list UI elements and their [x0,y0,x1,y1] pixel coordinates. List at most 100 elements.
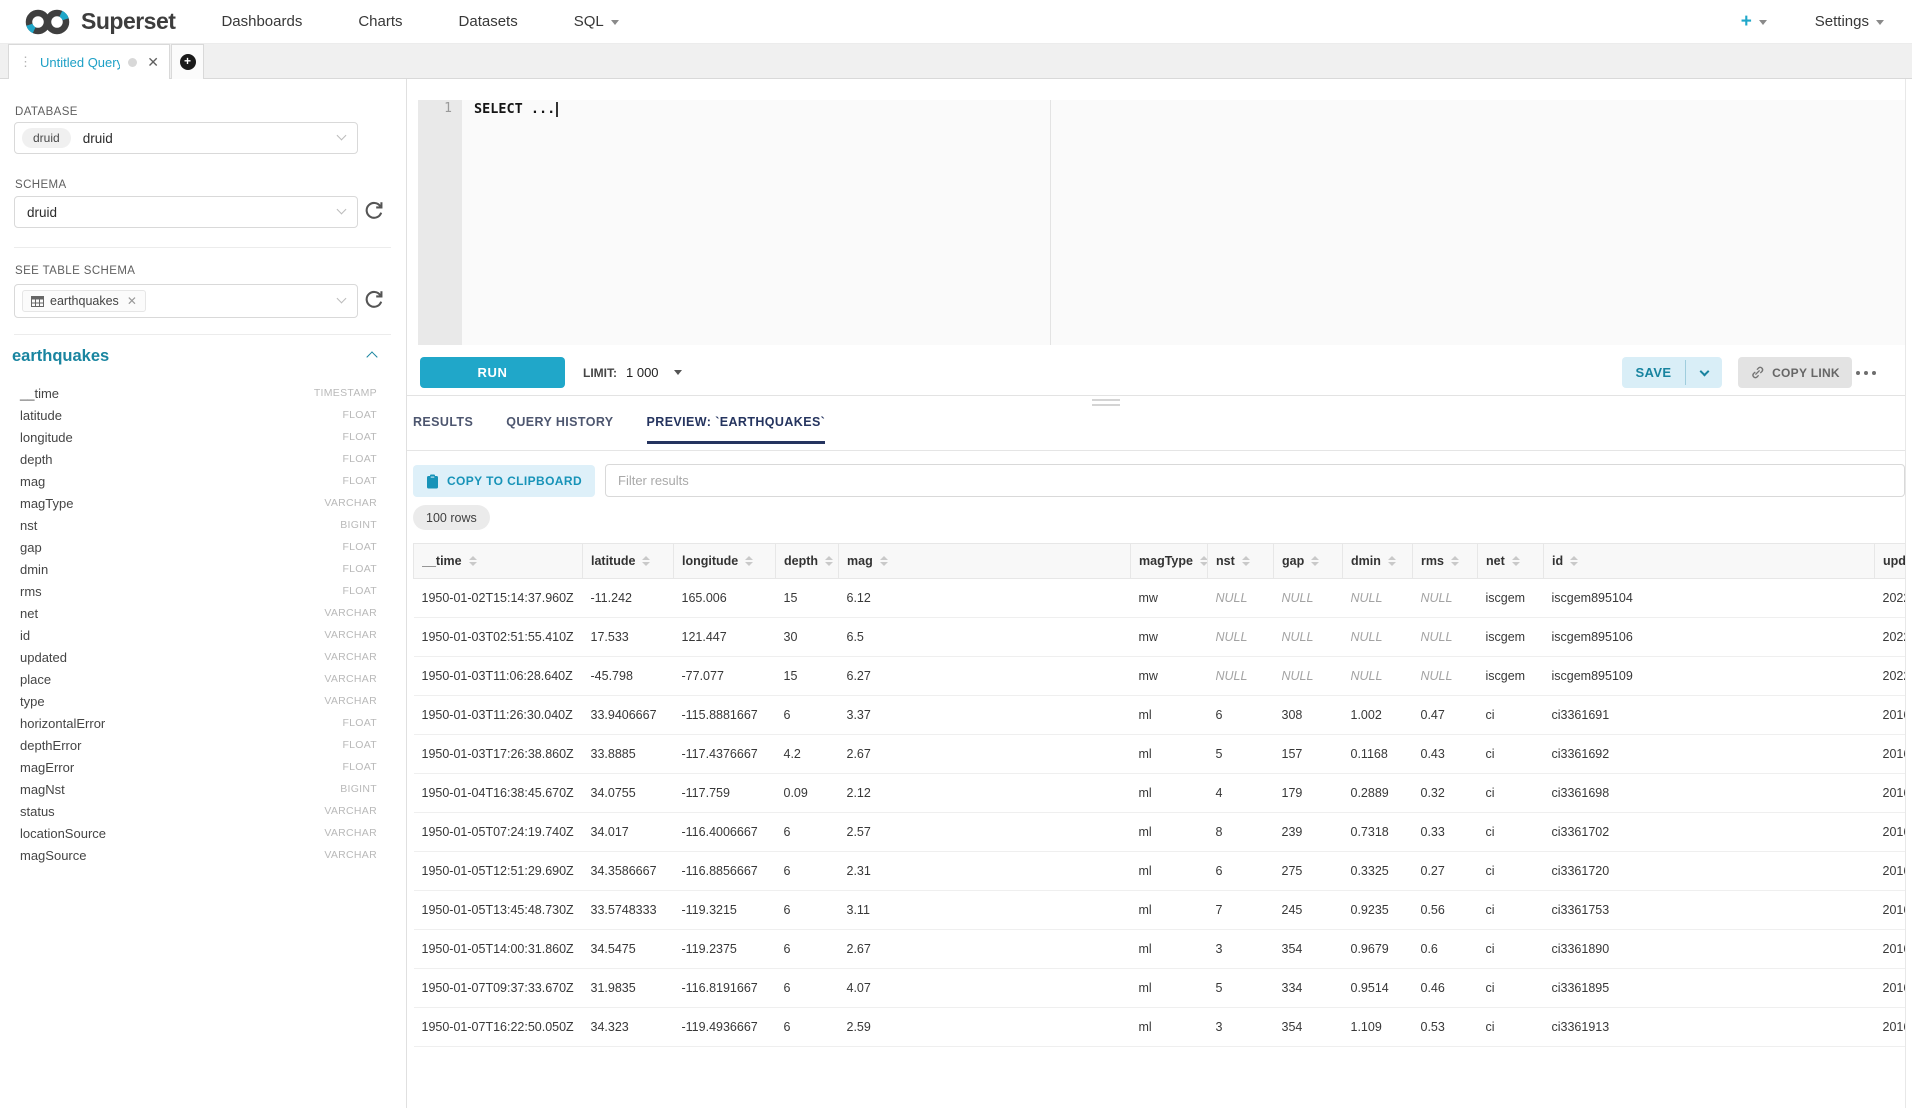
nav-right: + Settings [1741,11,1884,33]
save-button-group: SAVE [1622,357,1722,388]
table-row: 1950-01-05T12:51:29.690Z34.3586667-116.8… [414,852,1906,891]
table-cell: 0.9679 [1343,930,1413,969]
schema-column-row[interactable]: horizontalErrorFLOAT [0,712,407,734]
tab-preview[interactable]: PREVIEW: `EARTHQUAKES` [647,415,826,444]
nav-item-datasets[interactable]: Datasets [459,13,518,30]
nav-item-dashboards[interactable]: Dashboards [221,13,302,30]
editor-line-gutter: 1 [418,100,462,345]
database-type-badge: druid [22,128,71,148]
table-cell: 179 [1274,774,1343,813]
add-query-tab-button[interactable]: + [171,44,204,79]
table-cell: 6 [776,813,839,852]
table-cell: -116.8856667 [674,852,776,891]
sort-arrows-icon [1242,556,1250,566]
schema-column-row[interactable]: updatedVARCHAR [0,646,407,668]
table-cell: -119.3215 [674,891,776,930]
schema-column-row[interactable]: magNstBIGINT [0,778,407,800]
column-header-nst[interactable]: nst [1208,544,1274,579]
schema-column-row[interactable]: latitudeFLOAT [0,404,407,426]
remove-table-icon[interactable]: ✕ [127,294,137,308]
more-options-button[interactable] [1856,357,1876,388]
schema-column-row[interactable]: typeVARCHAR [0,690,407,712]
schema-column-row[interactable]: magSourceVARCHAR [0,844,407,866]
sql-editor[interactable]: 1 SELECT ... [418,100,1905,345]
column-header-net[interactable]: net [1478,544,1544,579]
table-cell: ci3361698 [1544,774,1875,813]
nav-item-sql[interactable]: SQL [574,13,619,30]
copy-to-clipboard-button[interactable]: COPY TO CLIPBOARD [413,465,595,497]
run-button[interactable]: RUN [420,357,565,388]
new-item-button[interactable]: + [1741,11,1767,33]
column-header-gap[interactable]: gap [1274,544,1343,579]
column-header-__time[interactable]: __time [414,544,583,579]
schema-column-row[interactable]: depthErrorFLOAT [0,734,407,756]
schema-column-row[interactable]: placeVARCHAR [0,668,407,690]
tab-results[interactable]: RESULTS [413,415,473,444]
table-row: 1950-01-02T15:14:37.960Z-11.242165.00615… [414,579,1906,618]
column-header-dmin[interactable]: dmin [1343,544,1413,579]
table-cell: -115.8881667 [674,696,776,735]
filter-results-input[interactable] [605,464,1905,497]
column-header-magType[interactable]: magType [1131,544,1208,579]
save-button[interactable]: SAVE [1622,357,1685,388]
refresh-table-button[interactable] [363,289,386,312]
nav-item-charts[interactable]: Charts [358,13,402,30]
schema-column-row[interactable]: magErrorFLOAT [0,756,407,778]
schema-column-row[interactable]: gapFLOAT [0,536,407,558]
table-cell: ci [1478,696,1544,735]
table-cell: ci3361720 [1544,852,1875,891]
schema-column-row[interactable]: magFLOAT [0,470,407,492]
sql-code-line: SELECT ... [474,101,558,117]
schema-column-row[interactable]: rmsFLOAT [0,580,407,602]
tab-query-history[interactable]: QUERY HISTORY [506,415,613,444]
table-row: 1950-01-05T13:45:48.730Z33.5748333-119.3… [414,891,1906,930]
schema-column-row[interactable]: __timeTIMESTAMP [0,382,407,404]
schema-column-row[interactable]: magTypeVARCHAR [0,492,407,514]
limit-dropdown[interactable]: LIMIT: 1 000 [583,357,682,388]
column-header-longitude[interactable]: longitude [674,544,776,579]
pane-resize-grip[interactable] [1092,399,1120,409]
superset-logo[interactable]: Superset [24,7,175,37]
column-name: horizontalError [20,716,105,731]
table-cell: ci3361890 [1544,930,1875,969]
table-cell: 1950-01-05T07:24:19.740Z [414,813,583,852]
column-header-rms[interactable]: rms [1413,544,1478,579]
top-nav: Superset Dashboards Charts Datasets SQL … [0,0,1912,44]
table-cell: ci [1478,930,1544,969]
refresh-icon [363,289,385,311]
column-name: magError [20,760,74,775]
column-type: BIGINT [340,783,377,795]
column-header-updat[interactable]: updat [1875,544,1906,579]
close-icon[interactable]: ✕ [147,55,159,69]
schema-column-row[interactable]: longitudeFLOAT [0,426,407,448]
table-cell: NULL [1274,618,1343,657]
query-tab[interactable]: ⋮ Untitled Query 1 ✕ [8,44,170,79]
schema-column-row[interactable]: netVARCHAR [0,602,407,624]
save-dropdown-button[interactable] [1686,357,1722,388]
column-header-mag[interactable]: mag [839,544,1131,579]
table-cell: -119.4936667 [674,1008,776,1047]
schema-column-row[interactable]: locationSourceVARCHAR [0,822,407,844]
schema-column-row[interactable]: depthFLOAT [0,448,407,470]
table-cell: NULL [1208,618,1274,657]
schema-column-row[interactable]: idVARCHAR [0,624,407,646]
column-header-id[interactable]: id [1544,544,1875,579]
results-table-container[interactable]: __timelatitudelongitudedepthmagmagTypens… [413,543,1905,1088]
schema-column-row[interactable]: statusVARCHAR [0,800,407,822]
sort-arrows-icon [1512,556,1520,566]
collapse-chevron-up-icon[interactable] [366,351,377,362]
copy-link-button[interactable]: COPY LINK [1738,357,1852,388]
refresh-schema-button[interactable] [363,200,386,223]
schema-select[interactable]: druid [14,196,358,228]
schema-column-row[interactable]: dminFLOAT [0,558,407,580]
table-cell: 1950-01-07T16:22:50.050Z [414,1008,583,1047]
limit-label: LIMIT: [583,366,617,380]
table-cell: 354 [1274,1008,1343,1047]
column-header-depth[interactable]: depth [776,544,839,579]
database-select[interactable]: druid druid [14,122,358,154]
schema-column-row[interactable]: nstBIGINT [0,514,407,536]
table-select[interactable]: earthquakes ✕ [14,284,358,318]
column-header-latitude[interactable]: latitude [583,544,674,579]
divider [407,395,1905,396]
settings-menu[interactable]: Settings [1815,13,1884,30]
